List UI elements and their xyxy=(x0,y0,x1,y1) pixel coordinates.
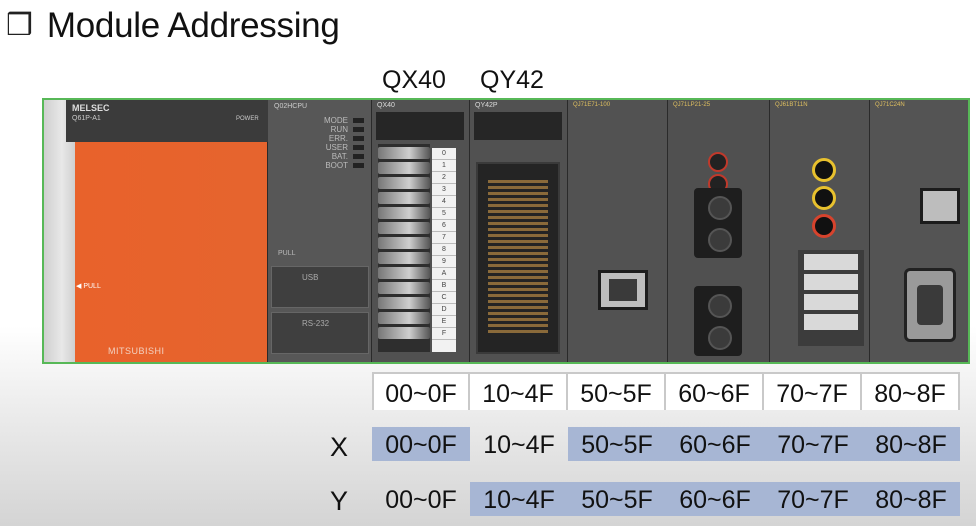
x-address-cell: 60~6F xyxy=(666,427,764,461)
cc-link-model: QJ61BT11N xyxy=(775,102,808,108)
rotary-switch-icon xyxy=(812,186,836,210)
y-address-cell: 80~8F xyxy=(862,482,960,516)
terminal-number: 7 xyxy=(432,232,456,244)
terminal-number: 4 xyxy=(432,196,456,208)
y-address-cell: 50~5F xyxy=(568,482,666,516)
fiber-network-module: QJ71LP21-25 xyxy=(668,100,770,362)
mitsubishi-logo: MITSUBISHI xyxy=(108,346,165,356)
rj-port-icon xyxy=(920,188,960,224)
terminal-block xyxy=(378,144,430,352)
x-address-cell: 70~7F xyxy=(764,427,862,461)
terminal-number: A xyxy=(432,268,456,280)
terminal-number: 9 xyxy=(432,256,456,268)
y-address-row: 00~0F 10~4F 50~5F 60~6F 70~7F 80~8F xyxy=(372,482,960,516)
slot-address-cell: 60~6F xyxy=(666,374,764,410)
slot-address-cell: 70~7F xyxy=(764,374,862,410)
slot-address-row: 00~0F 10~4F 50~5F 60~6F 70~7F 80~8F xyxy=(372,372,960,410)
rs232-port: RS-232 xyxy=(271,312,369,354)
terminal-number: 2 xyxy=(432,172,456,184)
ethernet-module: QJ71E71-100 xyxy=(568,100,668,362)
terminal-number: 5 xyxy=(432,208,456,220)
qx40-input-module: QX40 0 1 2 3 4 5 6 7 8 9 A B C D E F xyxy=(372,100,470,362)
y-address-cell: 10~4F xyxy=(470,482,568,516)
rs232-label: RS-232 xyxy=(302,319,330,328)
terminal-number: 3 xyxy=(432,184,456,196)
terminal-number: C xyxy=(432,292,456,304)
qx40-model: QX40 xyxy=(377,102,395,109)
terminal-number: 1 xyxy=(432,160,456,172)
y-address-cell: 60~6F xyxy=(666,482,764,516)
qy42-model: QY42P xyxy=(475,102,498,109)
usb-label: USB xyxy=(302,273,319,282)
terminal-number: 8 xyxy=(432,244,456,256)
led-mode: MODE xyxy=(298,116,368,125)
y-row-label: Y xyxy=(330,486,349,516)
led-bat: BAT. xyxy=(298,152,368,161)
ethernet-model: QJ71E71-100 xyxy=(573,102,611,108)
terminal-number: F xyxy=(432,328,456,340)
terminal-number: E xyxy=(432,316,456,328)
rotary-switch-icon xyxy=(812,214,836,238)
40-pin-connector xyxy=(476,162,560,354)
slot-address-cell: 10~4F xyxy=(470,374,568,410)
fiber-model: QJ71LP21-25 xyxy=(673,102,711,108)
terminal-block xyxy=(798,250,864,346)
cpu-model: Q02HCPU xyxy=(274,103,308,110)
qx40-label: QX40 xyxy=(382,66,446,94)
led-err: ERR. xyxy=(298,134,368,143)
terminal-number: D xyxy=(432,304,456,316)
x-row-label: X xyxy=(330,432,349,462)
led-run: RUN xyxy=(298,125,368,134)
cpu-module: Q02HCPU MODE RUN ERR. USER BAT. BOOT PUL… xyxy=(268,100,372,362)
slot-address-cell: 80~8F xyxy=(862,374,960,410)
qy42-output-module: QY42P xyxy=(470,100,568,362)
serial-model: QJ71C24N xyxy=(875,102,905,108)
x-address-row: 00~0F 10~4F 50~5F 60~6F 70~7F 80~8F xyxy=(372,427,960,461)
x-address-cell: 10~4F xyxy=(483,431,555,459)
x-address-cell: 80~8F xyxy=(862,427,960,461)
cc-link-module: QJ61BT11N xyxy=(770,100,870,362)
terminal-number-strip: 0 1 2 3 4 5 6 7 8 9 A B C D E F xyxy=(432,148,456,352)
rotary-switch-icon xyxy=(812,158,836,182)
checkbox-bullet-icon: ❒ xyxy=(6,9,33,42)
terminal-number: 6 xyxy=(432,220,456,232)
db9-port-icon xyxy=(904,268,956,342)
title-text: Module Addressing xyxy=(46,6,340,45)
pull-label: ◀ PULL xyxy=(76,283,101,290)
melsec-logo: MELSEC xyxy=(72,103,110,113)
cpu-led-panel: MODE RUN ERR. USER BAT. BOOT xyxy=(298,116,368,170)
usb-port: USB xyxy=(271,266,369,308)
serial-module: QJ71C24N xyxy=(870,100,968,362)
power-supply-module: MELSEC Q61P-A1 POWER ◀ PULL MITSUBISHI xyxy=(44,100,268,362)
y-address-cell: 70~7F xyxy=(764,482,862,516)
slot-address-cell: 50~5F xyxy=(568,374,666,410)
fiber-out-port-icon xyxy=(694,286,742,356)
x-address-cell: 00~0F xyxy=(372,427,470,461)
led-boot: BOOT xyxy=(298,161,368,170)
x-address-cell: 50~5F xyxy=(568,427,666,461)
fiber-in-port-icon xyxy=(694,188,742,258)
psu-model: Q61P-A1 xyxy=(72,115,101,122)
page-title: ❒ Module Addressing xyxy=(6,6,340,46)
led-user: USER xyxy=(298,143,368,152)
qy42-label: QY42 xyxy=(480,66,544,94)
plc-rack-image: MELSEC Q61P-A1 POWER ◀ PULL MITSUBISHI Q… xyxy=(42,98,970,364)
terminal-number: B xyxy=(432,280,456,292)
slot-address-cell: 00~0F xyxy=(372,374,470,410)
cpu-pull-label: PULL xyxy=(278,250,296,257)
station-dial-icon xyxy=(708,152,728,172)
ethernet-port-icon xyxy=(598,270,648,310)
power-led-label: POWER xyxy=(236,116,259,122)
y-address-cell: 00~0F xyxy=(385,486,457,514)
terminal-number: 0 xyxy=(432,148,456,160)
